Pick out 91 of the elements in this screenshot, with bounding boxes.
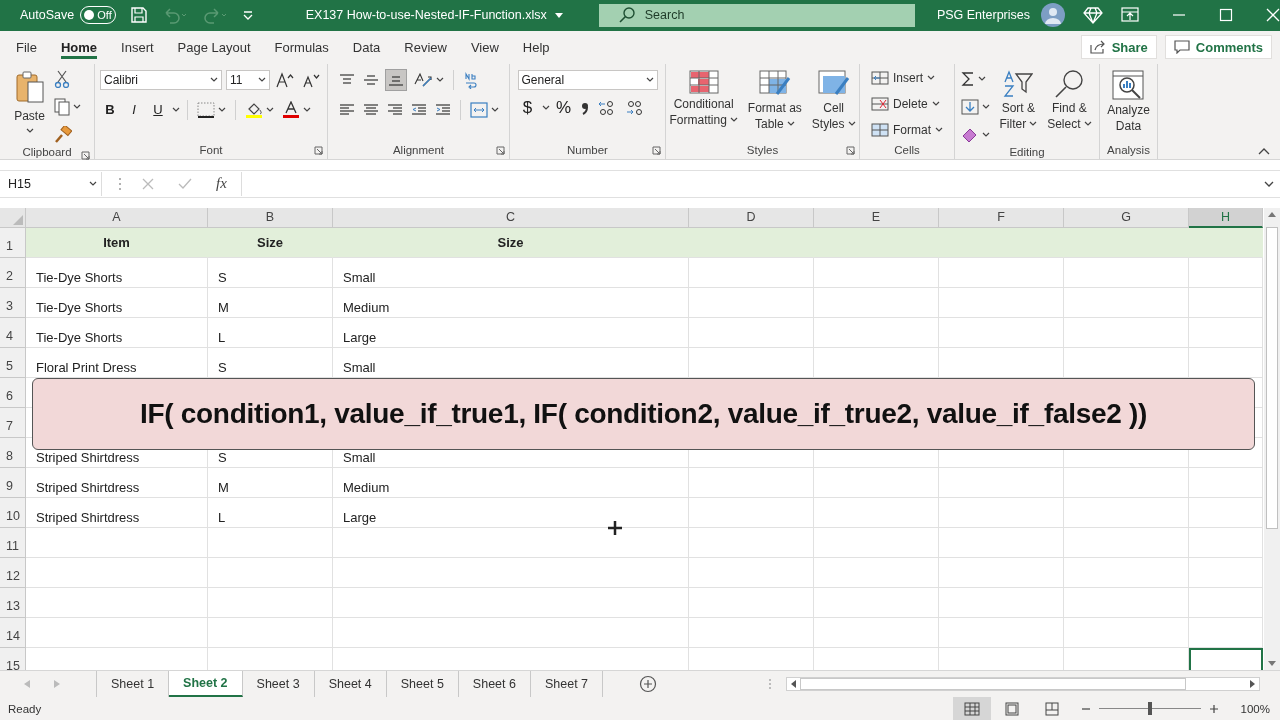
column-header[interactable]: B: [208, 207, 333, 228]
underline-button[interactable]: U: [148, 98, 168, 121]
share-button[interactable]: Share: [1080, 35, 1157, 60]
row-header[interactable]: 4: [0, 317, 26, 348]
row-header[interactable]: 11: [0, 527, 26, 558]
analyze-data-button[interactable]: Analyze Data: [1104, 67, 1153, 136]
find-select-button[interactable]: Find & Select: [1044, 67, 1095, 134]
table-cell: Large: [333, 497, 689, 528]
currency-button[interactable]: $: [517, 96, 538, 119]
ribbon-tab[interactable]: Help: [510, 30, 562, 64]
table-cell: Size: [333, 227, 689, 258]
group-label: Font: [199, 143, 223, 156]
group-label: Editing: [1009, 146, 1045, 159]
table-cell: M: [208, 467, 333, 498]
table-cell: Large: [333, 317, 689, 348]
conditional-formatting-button[interactable]: Conditional Formatting: [666, 67, 741, 130]
row-header[interactable]: 1: [0, 227, 26, 258]
paste-button[interactable]: Paste: [11, 67, 48, 135]
column-header[interactable]: F: [939, 207, 1064, 228]
table-cell: Tie-Dye Shorts: [26, 317, 208, 348]
ribbon-tab[interactable]: Insert: [109, 30, 166, 64]
table-cell: Striped Shirtdress: [26, 467, 208, 498]
row-header[interactable]: 10: [0, 497, 26, 528]
comments-button[interactable]: Comments: [1164, 35, 1272, 60]
insert-button[interactable]: Insert: [871, 67, 943, 88]
table-cell: Tie-Dye Shorts: [26, 257, 208, 288]
table-cell: S: [208, 257, 333, 288]
table-cell: M: [208, 287, 333, 318]
status-text: Ready: [8, 702, 42, 715]
row-header[interactable]: 8: [0, 437, 26, 468]
row-header[interactable]: 2: [0, 257, 26, 288]
ribbon-tab[interactable]: Home: [48, 30, 110, 64]
group-label: Styles: [746, 143, 779, 156]
table-cell: Floral Print Dress: [26, 347, 208, 378]
row-header[interactable]: 12: [0, 557, 26, 588]
font-name-field[interactable]: Calibri: [100, 69, 222, 90]
group-label: Cells: [894, 143, 920, 156]
insert-function-button[interactable]: fx: [216, 175, 227, 193]
formula-banner: IF( condition1, value_if_true1, IF( condition2, value_if_true2, value_if_false2 )): [32, 377, 1255, 450]
table-cell: L: [208, 317, 333, 348]
row-header[interactable]: 9: [0, 467, 26, 498]
table-cell: Tie-Dye Shorts: [26, 287, 208, 318]
column-header[interactable]: D: [689, 207, 814, 228]
table-cell: Item: [26, 227, 208, 258]
ribbon-tab[interactable]: View: [458, 30, 511, 64]
table-cell: S: [208, 347, 333, 378]
file-name: EX137 How-to-use-Nested-IF-Function.xlsx: [305, 8, 547, 23]
italic-button[interactable]: I: [124, 98, 144, 121]
ribbon-tab[interactable]: Formulas: [262, 30, 341, 64]
table-cell: Small: [333, 257, 689, 288]
column-header[interactable]: E: [814, 207, 939, 228]
row-header[interactable]: 15: [0, 647, 26, 670]
format-as-table-button[interactable]: Format as Table: [744, 67, 805, 134]
column-header[interactable]: A: [26, 207, 208, 228]
row-header[interactable]: 14: [0, 617, 26, 648]
zoom-level[interactable]: 100%: [1240, 702, 1270, 715]
group-label: Alignment: [392, 143, 445, 156]
column-header[interactable]: H: [1189, 207, 1263, 228]
format-button[interactable]: Format: [871, 119, 943, 140]
column-header[interactable]: G: [1064, 207, 1189, 228]
ribbon-tab[interactable]: Page Layout: [165, 30, 263, 64]
ribbon-tab[interactable]: Review: [392, 30, 459, 64]
bold-button[interactable]: B: [100, 98, 120, 121]
ribbon-tab[interactable]: File: [4, 30, 49, 64]
row-header[interactable]: 7: [0, 407, 26, 438]
name-box[interactable]: H15: [4, 171, 102, 196]
table-cell: Striped Shirtdress: [26, 497, 208, 528]
sort-filter-button[interactable]: Sort & Filter: [996, 67, 1041, 134]
row-header[interactable]: 3: [0, 287, 26, 318]
ribbon-tab[interactable]: Data: [340, 30, 393, 64]
row-header[interactable]: 5: [0, 347, 26, 378]
group-label: Number: [567, 143, 608, 156]
autosave-label: AutoSave: [20, 8, 75, 23]
table-cell: Size: [208, 227, 333, 258]
cell-styles-button[interactable]: Cell Styles: [808, 67, 859, 134]
table-cell: Medium: [333, 467, 689, 498]
table-cell: Medium: [333, 287, 689, 318]
sheet-tab[interactable]: Sheet 2: [169, 671, 243, 697]
table-cell: Small: [333, 347, 689, 378]
delete-button[interactable]: Delete: [871, 93, 943, 114]
group-label: Clipboard: [22, 146, 72, 159]
font-size-field[interactable]: 11: [226, 69, 270, 90]
table-cell: L: [208, 497, 333, 528]
search-field[interactable]: Search: [598, 3, 915, 27]
row-header[interactable]: 13: [0, 587, 26, 618]
percent-button[interactable]: %: [553, 96, 574, 119]
user-name: PSG Enterprises: [936, 8, 1030, 23]
row-header[interactable]: 6: [0, 377, 26, 408]
column-header[interactable]: C: [333, 207, 689, 228]
number-format-field[interactable]: General: [517, 69, 658, 90]
group-label: Analysis: [1107, 143, 1150, 156]
